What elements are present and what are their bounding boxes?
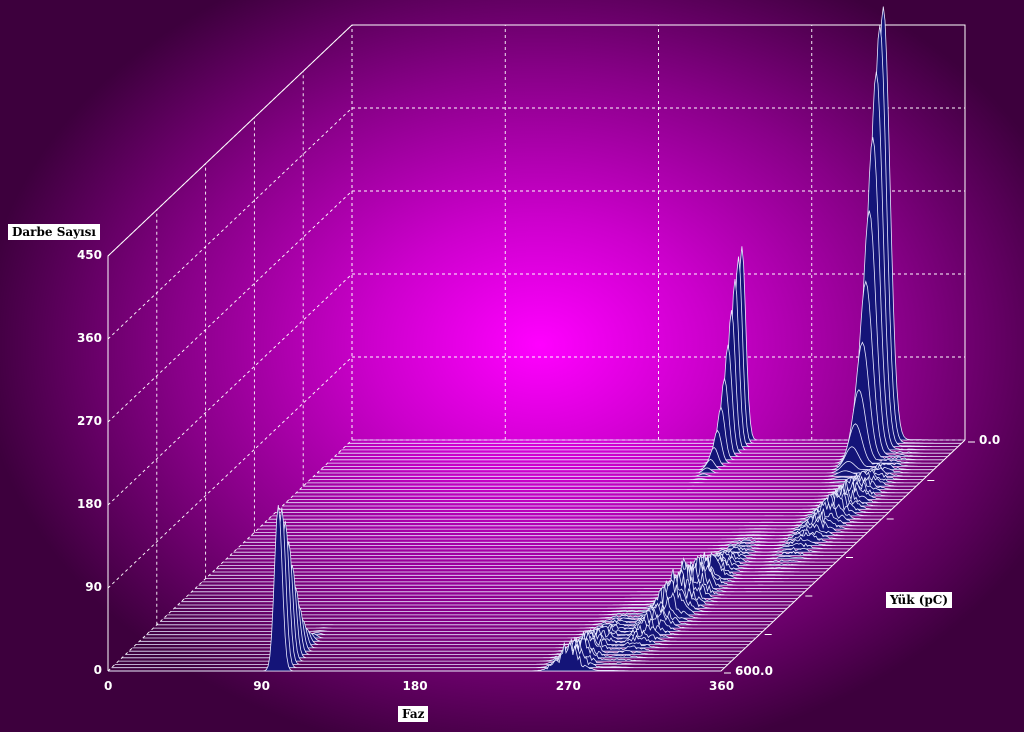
y-tick-label: 0.0 [979,433,1001,447]
surface-plot [107,6,975,674]
grid [107,24,966,672]
x-tick-label: 0 [104,679,113,693]
surface-row [243,531,857,543]
surface-row [310,469,924,481]
surface-row [303,470,917,487]
z-gridline [107,107,965,340]
surface-row [261,508,875,527]
x-tick-label: 180 [402,679,428,693]
surface-row [296,472,910,494]
x-tick-label: 90 [253,679,270,693]
y-axis-label: Yük (pC) [886,592,953,608]
z-tick-label: 90 [85,580,102,594]
z-gridline [107,190,965,423]
wall-frame [107,24,966,671]
surface-row [282,487,896,507]
surface-row [247,529,861,540]
z-gridline [107,24,965,257]
z-tick-label: 450 [76,248,102,262]
surface-lines [108,6,965,672]
x-tick-label: 270 [555,679,581,693]
y-tick-label: 600.0 [735,664,773,678]
x-axis-label: Faz [398,706,429,722]
z-tick-label: 180 [76,497,102,511]
z-tick-label: 0 [93,663,102,677]
z-tick-label: 270 [76,414,102,428]
surface-row [257,511,871,530]
x-tick-label: 360 [709,679,735,693]
surface-row [236,542,850,550]
z-tick-label: 360 [76,331,102,345]
z-axis-label: Darbe Sayısı [8,224,100,240]
